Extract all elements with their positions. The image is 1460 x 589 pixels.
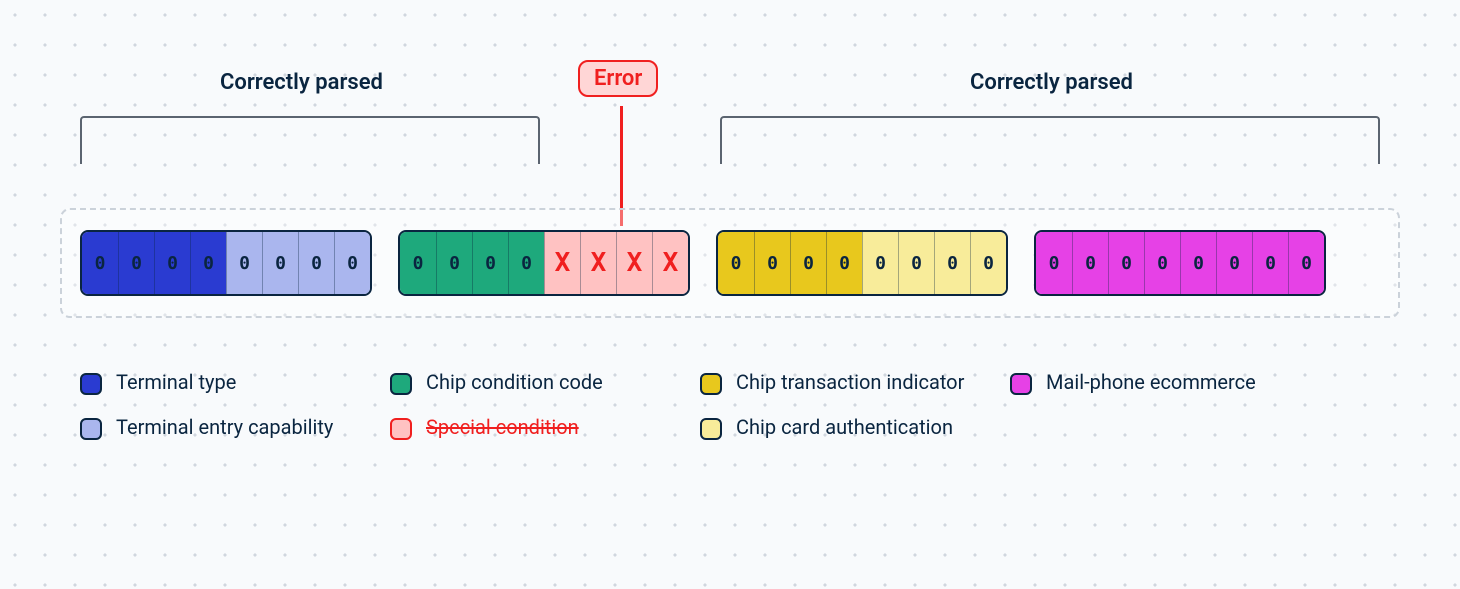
byte-cell: 0 [190, 232, 226, 294]
legend-item: Terminal entry capability [80, 415, 380, 440]
error-cell: X [544, 232, 580, 294]
legend-col-3: Chip transaction indicator Chip card auth… [700, 370, 1000, 440]
legend-swatch [390, 418, 412, 440]
error-cell: X [616, 232, 652, 294]
right-range-label: Correctly parsed [970, 70, 1133, 95]
top-labels: Correctly parsed Error Correctly parsed [0, 70, 1460, 100]
legend-col-2: Chip condition code Special condition [390, 370, 690, 440]
byte-cell: 0 [82, 232, 118, 294]
byte-cell: 0 [1108, 232, 1144, 294]
legend-item: Mail-phone ecommerce [1010, 370, 1310, 395]
byte-cell: 0 [472, 232, 508, 294]
legend-swatch [80, 418, 102, 440]
byte-group: 00000000 [716, 230, 1008, 296]
legend-swatch [80, 373, 102, 395]
byte-cell: 0 [262, 232, 298, 294]
byte-cell: 0 [400, 232, 436, 294]
byte-cell: 0 [718, 232, 754, 294]
left-range-label: Correctly parsed [220, 70, 383, 95]
byte-container: 000000000000XXXX0000000000000000 [60, 208, 1400, 318]
legend-item: Special condition [390, 415, 690, 440]
legend-col-4: Mail-phone ecommerce [1010, 370, 1310, 440]
byte-cell: 0 [334, 232, 370, 294]
legend-swatch [1010, 373, 1032, 395]
byte-cell: 0 [298, 232, 334, 294]
legend-swatch [390, 373, 412, 395]
legend-label: Chip transaction indicator [736, 370, 964, 394]
byte-cell: 0 [934, 232, 970, 294]
byte-cell: 0 [898, 232, 934, 294]
legend-label: Chip condition code [426, 370, 603, 394]
byte-cell: 0 [1144, 232, 1180, 294]
byte-cell: 0 [1036, 232, 1072, 294]
legend-label: Chip card authentication [736, 415, 953, 439]
byte-cell: 0 [1216, 232, 1252, 294]
legend-item: Chip card authentication [700, 415, 1000, 440]
byte-cell: 0 [1252, 232, 1288, 294]
byte-group: 00000000 [1034, 230, 1326, 296]
byte-cell: 0 [436, 232, 472, 294]
byte-cell: 0 [1180, 232, 1216, 294]
byte-cell: 0 [226, 232, 262, 294]
error-cell: X [652, 232, 688, 294]
byte-cell: 0 [970, 232, 1006, 294]
legend-swatch [700, 418, 722, 440]
legend-item: Terminal type [80, 370, 380, 395]
legend-label: Terminal entry capability [116, 415, 333, 439]
byte-cell: 0 [118, 232, 154, 294]
legend-item: Chip transaction indicator [700, 370, 1000, 395]
error-cell: X [580, 232, 616, 294]
legend-item: Chip condition code [390, 370, 690, 395]
byte-group: 0000XXXX [398, 230, 690, 296]
byte-cell: 0 [862, 232, 898, 294]
legend-swatch [700, 373, 722, 395]
legend: Terminal type Terminal entry capability C… [80, 370, 1400, 440]
left-bracket [80, 116, 540, 164]
byte-cell: 0 [826, 232, 862, 294]
error-badge: Error [578, 60, 658, 97]
legend-col-1: Terminal type Terminal entry capability [80, 370, 380, 440]
byte-cell: 0 [1072, 232, 1108, 294]
byte-group: 00000000 [80, 230, 372, 296]
byte-cell: 0 [1288, 232, 1324, 294]
right-bracket [720, 116, 1380, 164]
byte-cell: 0 [754, 232, 790, 294]
byte-cell: 0 [154, 232, 190, 294]
legend-label: Special condition [426, 415, 579, 439]
legend-label: Mail-phone ecommerce [1046, 370, 1256, 394]
byte-cell: 0 [790, 232, 826, 294]
byte-cell: 0 [508, 232, 544, 294]
legend-label: Terminal type [116, 370, 236, 394]
